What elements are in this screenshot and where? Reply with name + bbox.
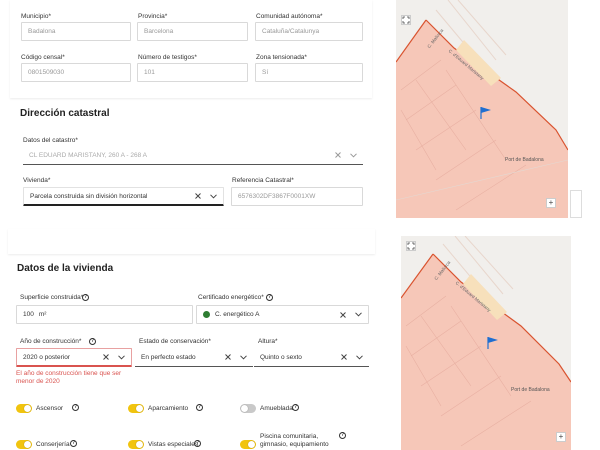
toggle-amueblada[interactable] xyxy=(240,404,256,413)
certificado-value: C. energético A xyxy=(215,311,260,318)
certificado-label: Certificado energético* xyxy=(198,294,264,301)
fullscreen-icon[interactable] xyxy=(401,15,411,25)
datos-catastro-select[interactable]: CL EDUARD MARISTANY, 260 A - 268 A xyxy=(23,146,363,165)
close-icon[interactable] xyxy=(335,152,341,158)
codigo-censal-label: Código censal* xyxy=(21,54,65,61)
datos-catastro-value: CL EDUARD MARISTANY, 260 A - 268 A xyxy=(29,151,148,159)
altura-value: Quinto o sexto xyxy=(260,353,302,361)
close-icon[interactable] xyxy=(340,311,346,318)
aparcamiento-label: Aparcamiento xyxy=(148,405,189,412)
toggle-piscina[interactable] xyxy=(240,440,256,449)
estado-value: En perfecto estado xyxy=(141,353,196,361)
vistas-label: Vistas especiales xyxy=(148,441,199,448)
help-icon[interactable]: ? xyxy=(89,338,96,345)
amueblada-label: Amueblada xyxy=(260,405,293,412)
altura-select[interactable]: Quinto o sexto xyxy=(254,348,369,367)
superficie-label: Superficie construida* xyxy=(20,294,84,301)
toggle-conserjeria[interactable] xyxy=(16,440,32,449)
testigos-label: Número de testigos* xyxy=(138,54,197,61)
referencia-label: Referencia Catastral* xyxy=(232,177,294,184)
help-icon[interactable]: ? xyxy=(194,440,201,447)
provincia-label: Provincia* xyxy=(138,13,168,20)
help-icon[interactable]: ? xyxy=(70,440,77,447)
chevron-down-icon[interactable] xyxy=(118,354,125,360)
map-top[interactable]: C. Mallorca C. d'Eduard Maristany Port d… xyxy=(396,0,568,218)
conserjeria-label: Conserjería xyxy=(36,441,70,448)
anio-select[interactable]: 2020 o posterior xyxy=(16,348,132,367)
referencia-field[interactable]: 6576302DF3867F0001XW xyxy=(231,187,363,206)
chevron-down-icon[interactable] xyxy=(240,354,247,360)
certificado-select[interactable]: C. energético A xyxy=(196,305,369,324)
anio-label: Año de construcción* xyxy=(20,338,82,345)
toggle-vistas[interactable] xyxy=(128,440,144,449)
flag-marker-icon xyxy=(480,106,492,125)
toggle-ascensor[interactable] xyxy=(16,404,32,413)
vivienda-top-card xyxy=(8,229,375,254)
zoom-in-button[interactable]: + xyxy=(546,198,556,208)
energy-dot xyxy=(203,311,210,318)
superficie-input[interactable]: 100 m² xyxy=(16,305,193,324)
close-icon[interactable] xyxy=(341,354,347,360)
vivienda-value: Parcela construida sin división horizont… xyxy=(30,192,148,200)
anio-error: El año de construcción tiene que ser men… xyxy=(16,370,122,385)
piscina-label: Piscina comunitaria, gimnasio, equipamie… xyxy=(260,433,329,448)
chevron-down-icon[interactable] xyxy=(350,152,357,158)
estado-label: Estado de conservación* xyxy=(139,338,211,345)
ascensor-label: Ascensor xyxy=(36,405,64,412)
close-icon[interactable] xyxy=(195,193,201,199)
catastral-card: Datos del catastro* CL EDUARD MARISTANY,… xyxy=(10,122,372,218)
close-icon[interactable] xyxy=(103,354,109,360)
vivienda-select[interactable]: Parcela construida sin división horizont… xyxy=(23,187,224,206)
altura-label: Altura* xyxy=(258,338,278,345)
map-bottom[interactable]: C. Mallorca C. d'Eduard Maristany Port d… xyxy=(401,236,571,450)
screenshot-divider xyxy=(0,219,600,229)
provincia-field[interactable]: Barcelona xyxy=(137,22,248,41)
help-icon[interactable]: ? xyxy=(266,294,273,301)
map-side-strip xyxy=(570,190,582,218)
codigo-censal-field[interactable]: 0801509030 xyxy=(21,63,131,82)
chevron-down-icon[interactable] xyxy=(355,312,362,317)
flag-marker-icon xyxy=(487,336,499,355)
catastral-section-title: Dirección catastral xyxy=(20,108,110,119)
chevron-down-icon[interactable] xyxy=(356,354,363,360)
location-card: Municipio* Badalona Provincia* Barcelona… xyxy=(10,0,372,98)
help-icon[interactable]: ? xyxy=(82,294,89,301)
vivienda-card: Superficie construida* ? 100 m² Certific… xyxy=(8,280,375,450)
fullscreen-icon[interactable] xyxy=(406,241,416,251)
comunidad-label: Comunidad autónoma* xyxy=(256,13,323,20)
superficie-value: 100 xyxy=(23,311,34,318)
help-icon[interactable]: ? xyxy=(292,404,299,411)
help-icon[interactable]: ? xyxy=(196,404,203,411)
municipio-field[interactable]: Badalona xyxy=(21,22,131,41)
comunidad-field[interactable]: Cataluña/Catalunya xyxy=(255,22,363,41)
superficie-unit: m² xyxy=(38,311,47,318)
toggle-aparcamiento[interactable] xyxy=(128,404,144,413)
vivienda-section-title: Datos de la vivienda xyxy=(17,263,114,274)
estado-select[interactable]: En perfecto estado xyxy=(135,348,253,367)
zona-label: Zona tensionada* xyxy=(256,54,307,61)
datos-catastro-label: Datos del catastro* xyxy=(23,137,78,144)
street-label: Port de Badalona xyxy=(511,387,550,393)
testigos-field[interactable]: 101 xyxy=(137,63,248,82)
municipio-label: Municipio* xyxy=(21,13,51,20)
help-icon[interactable]: ? xyxy=(72,404,79,411)
anio-value: 2020 o posterior xyxy=(23,353,70,361)
zoom-in-button[interactable]: + xyxy=(556,432,566,442)
zona-field[interactable]: Sí xyxy=(255,63,363,82)
chevron-down-icon[interactable] xyxy=(210,193,217,199)
vivienda-label: Vivienda* xyxy=(23,177,51,184)
help-icon[interactable]: ? xyxy=(339,432,346,439)
close-icon[interactable] xyxy=(225,354,231,360)
street-label: Port de Badalona xyxy=(505,157,544,163)
